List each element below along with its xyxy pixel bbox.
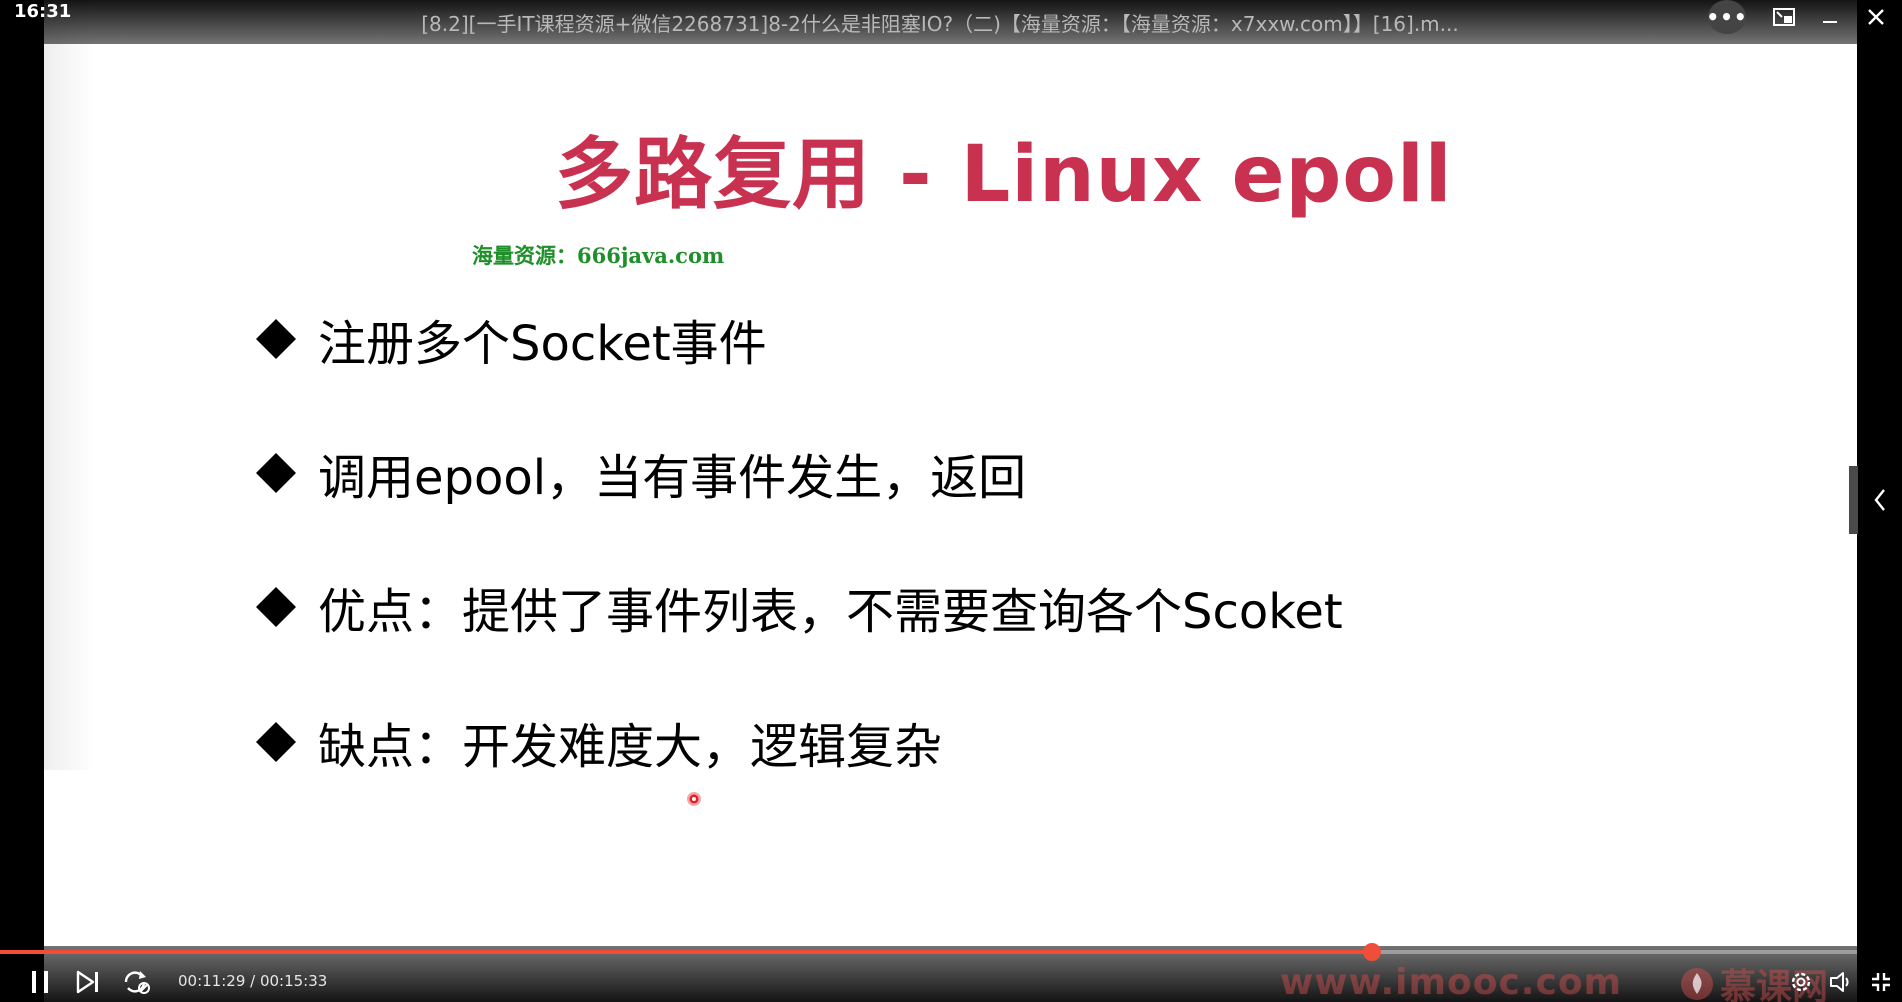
slide-edge-shadow (44, 0, 94, 770)
chevron-left-icon (1874, 489, 1885, 511)
clock: 16:31 (14, 1, 72, 22)
exit-fullscreen-button[interactable] (1866, 966, 1896, 998)
progress-bar[interactable] (0, 943, 1857, 961)
diamond-bullet-icon (256, 453, 296, 493)
more-options-button[interactable]: ••• (1706, 0, 1748, 34)
picture-in-picture-icon (1773, 8, 1795, 26)
progress-played (0, 950, 1372, 954)
slide-watermark: 海量资源：666java.com (472, 243, 725, 268)
diamond-bullet-icon (256, 722, 296, 762)
minimize-button[interactable] (1816, 0, 1844, 34)
loop-button[interactable] (120, 966, 154, 998)
close-button[interactable] (1862, 0, 1890, 34)
diamond-bullet-icon (256, 587, 296, 627)
progress-handle[interactable] (1362, 943, 1381, 961)
volume-button[interactable] (1826, 966, 1856, 998)
flame-logo-icon (1681, 968, 1713, 1000)
gear-icon (1791, 972, 1811, 992)
slide-bullet: 调用epool，当有事件发生，返回 (256, 443, 1026, 506)
pointer-highlight-icon (686, 791, 702, 807)
exit-fullscreen-icon (1872, 973, 1890, 991)
slide-title: 多路复用 - Linux epoll (555, 130, 1453, 220)
next-button[interactable] (72, 966, 104, 998)
slide-bullet: 注册多个Socket事件 (256, 309, 767, 372)
slide-bullet: 优点：提供了事件列表，不需要查询各个Scoket (256, 577, 1343, 640)
slide-bullet: 缺点：开发难度大，逻辑复杂 (256, 712, 942, 775)
bullet-text: 注册多个Socket事件 (318, 316, 767, 372)
diamond-bullet-icon (256, 319, 296, 359)
video-title: [8.2][一手IT课程资源+微信2268731]8-2什么是非阻塞IO?（二)… (421, 12, 1459, 36)
brand-watermark: www.imooc.com (1280, 962, 1623, 1002)
time-display: 00:11:29 / 00:15:33 (178, 972, 328, 990)
bullet-text: 缺点：开发难度大，逻辑复杂 (318, 719, 943, 775)
bullet-text: 优点：提供了事件列表，不需要查询各个Scoket (318, 584, 1343, 640)
bullet-text: 调用epool，当有事件发生，返回 (318, 450, 1027, 506)
picture-in-picture-button[interactable] (1770, 0, 1798, 34)
minimize-icon (1823, 21, 1837, 23)
side-panel-toggle[interactable] (1849, 466, 1902, 534)
video-player: 多路复用 - Linux epoll 海量资源：666java.com 注册多个… (0, 0, 1902, 1002)
pause-button[interactable] (24, 966, 56, 998)
skip-next-icon (76, 970, 98, 994)
pause-icon (32, 971, 48, 993)
volume-icon (1830, 972, 1849, 992)
settings-button[interactable] (1786, 966, 1816, 998)
title-bar: 16:31 [8.2][一手IT课程资源+微信2268731]8-2什么是非阻塞… (0, 0, 1902, 44)
more-dots-icon: ••• (1706, 5, 1748, 29)
loop-icon (124, 971, 150, 994)
close-icon (1868, 9, 1884, 25)
